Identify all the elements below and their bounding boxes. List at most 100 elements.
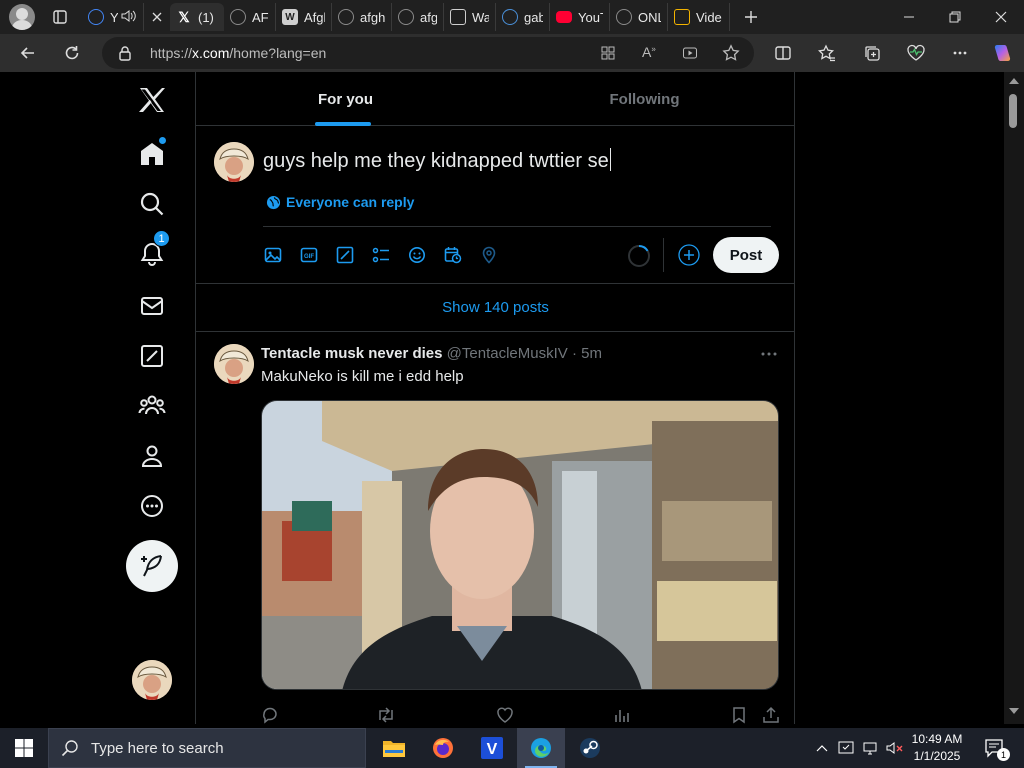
browser-essentials-icon[interactable]: [900, 37, 932, 69]
edge-browser-icon[interactable]: [517, 728, 565, 768]
steam-icon[interactable]: [566, 728, 614, 768]
browser-tab[interactable]: Vide: [668, 3, 730, 31]
file-explorer-icon[interactable]: [370, 728, 418, 768]
favorites-icon[interactable]: [811, 37, 843, 69]
action-center-icon[interactable]: 1: [980, 728, 1010, 768]
communities-icon[interactable]: [134, 388, 170, 424]
left-navigation: 1: [104, 72, 196, 724]
like-heart-icon[interactable]: [494, 704, 516, 724]
minimize-button[interactable]: [886, 0, 932, 34]
share-icon[interactable]: [760, 704, 782, 724]
reply-icon[interactable]: [259, 704, 281, 724]
tweet-handle[interactable]: @TentacleMuskIV: [447, 345, 568, 362]
start-button[interactable]: [0, 728, 48, 768]
gif-icon[interactable]: GIF: [297, 243, 321, 267]
views-analytics-icon[interactable]: [611, 704, 633, 724]
browser-tab[interactable]: YouT: [82, 3, 144, 31]
notifications-bell-icon[interactable]: 1: [134, 230, 170, 272]
tab-for-you[interactable]: For you: [196, 72, 495, 126]
browser-tab[interactable]: AFgh: [224, 3, 276, 31]
scrollbar-thumb[interactable]: [1009, 94, 1017, 128]
volume-muted-icon[interactable]: [884, 728, 906, 768]
more-menu-icon[interactable]: [944, 37, 976, 69]
compose-post-button[interactable]: [126, 540, 178, 592]
address-bar[interactable]: https://x.com/home?lang=en A»: [102, 37, 754, 69]
close-window-button[interactable]: [978, 0, 1024, 34]
tab-title: YouT: [578, 9, 603, 25]
reply-setting-label: Everyone can reply: [286, 194, 415, 210]
location-icon[interactable]: [477, 243, 501, 267]
composer-textarea[interactable]: guys help me they kidnapped twttier se: [263, 148, 611, 173]
scroll-up-arrow-icon[interactable]: [1009, 78, 1019, 84]
bookmark-icon[interactable]: [728, 704, 750, 724]
grok-compose-icon[interactable]: [333, 243, 357, 267]
browser-tab[interactable]: 𝕏 (1) H: [170, 3, 224, 31]
tweet-display-name[interactable]: Tentacle musk never dies: [261, 345, 442, 362]
schedule-icon[interactable]: [441, 243, 465, 267]
tweet-timestamp[interactable]: 5m: [581, 345, 602, 362]
taskbar-search-placeholder: Type here to search: [91, 739, 224, 757]
emoji-icon[interactable]: [405, 243, 429, 267]
favorite-star-icon[interactable]: [722, 44, 740, 67]
network-tray-icon[interactable]: [860, 728, 882, 768]
more-options-icon[interactable]: [134, 488, 170, 524]
show-hidden-icons-icon[interactable]: [812, 728, 832, 768]
read-aloud-icon[interactable]: A»: [642, 44, 656, 60]
collections-icon[interactable]: [856, 37, 888, 69]
copilot-icon[interactable]: [986, 37, 1018, 69]
close-tab-icon[interactable]: [144, 3, 170, 31]
security-tray-icon[interactable]: [836, 728, 858, 768]
grok-icon[interactable]: [134, 338, 170, 374]
browser-tab[interactable]: afgh: [332, 3, 392, 31]
apps-icon: [674, 9, 690, 25]
youtube-icon: [556, 11, 572, 23]
tab-actions-icon[interactable]: [48, 5, 72, 29]
tab-title: Vide: [696, 9, 722, 25]
profile-icon[interactable]: [134, 438, 170, 474]
show-new-posts-button[interactable]: Show 140 posts: [196, 284, 795, 332]
reply-setting-button[interactable]: Everyone can reply: [266, 194, 414, 210]
tab-audio-speaker-icon[interactable]: [121, 9, 137, 26]
tweet-more-icon[interactable]: [760, 346, 782, 362]
split-screen-icon[interactable]: [767, 37, 799, 69]
tweet-video-thumbnail[interactable]: [261, 400, 779, 690]
browser-tab[interactable]: afgh: [392, 3, 444, 31]
restore-button[interactable]: [932, 0, 978, 34]
video-icon[interactable]: [682, 45, 698, 66]
poll-icon[interactable]: [369, 243, 393, 267]
tab-title: afgh: [420, 9, 437, 25]
x-logo-icon[interactable]: [134, 82, 170, 118]
app-available-icon[interactable]: [600, 45, 616, 66]
messages-mail-icon[interactable]: [134, 288, 170, 324]
tweet-article[interactable]: Tentacle musk never dies @TentacleMuskIV…: [196, 332, 795, 724]
media-image-icon[interactable]: [261, 243, 285, 267]
taskbar-search-box[interactable]: Type here to search: [48, 728, 366, 768]
browser-tab[interactable]: W Afgh: [276, 3, 332, 31]
bird-icon: [502, 9, 518, 25]
repost-icon[interactable]: [375, 704, 397, 724]
vegas-app-icon[interactable]: V: [468, 728, 516, 768]
add-post-plus-icon[interactable]: [677, 243, 701, 267]
new-tab-button[interactable]: [736, 3, 766, 31]
page-scrollbar[interactable]: [1004, 72, 1024, 724]
taskbar-clock[interactable]: 10:49 AM 1/1/2025: [904, 731, 970, 765]
tab-title: Afgh: [304, 9, 325, 25]
browser-tab[interactable]: Walle: [444, 3, 496, 31]
browser-tab[interactable]: YouT: [550, 3, 610, 31]
profile-avatar-icon[interactable]: [9, 4, 35, 30]
post-composer: guys help me they kidnapped twttier se E…: [196, 126, 795, 284]
browser-tab[interactable]: gabe: [496, 3, 550, 31]
composer-avatar[interactable]: [214, 142, 254, 182]
back-button[interactable]: [12, 37, 44, 69]
tweet-author-avatar[interactable]: [214, 344, 254, 384]
tab-following[interactable]: Following: [495, 72, 794, 126]
scroll-down-arrow-icon[interactable]: [1009, 708, 1019, 714]
home-icon[interactable]: [134, 136, 170, 172]
lock-icon[interactable]: [118, 45, 132, 66]
firefox-icon[interactable]: [419, 728, 467, 768]
explore-search-icon[interactable]: [134, 186, 170, 222]
refresh-button[interactable]: [56, 37, 88, 69]
browser-tab[interactable]: ONLI: [610, 3, 668, 31]
post-button[interactable]: Post: [713, 237, 779, 273]
account-avatar[interactable]: [132, 660, 172, 700]
